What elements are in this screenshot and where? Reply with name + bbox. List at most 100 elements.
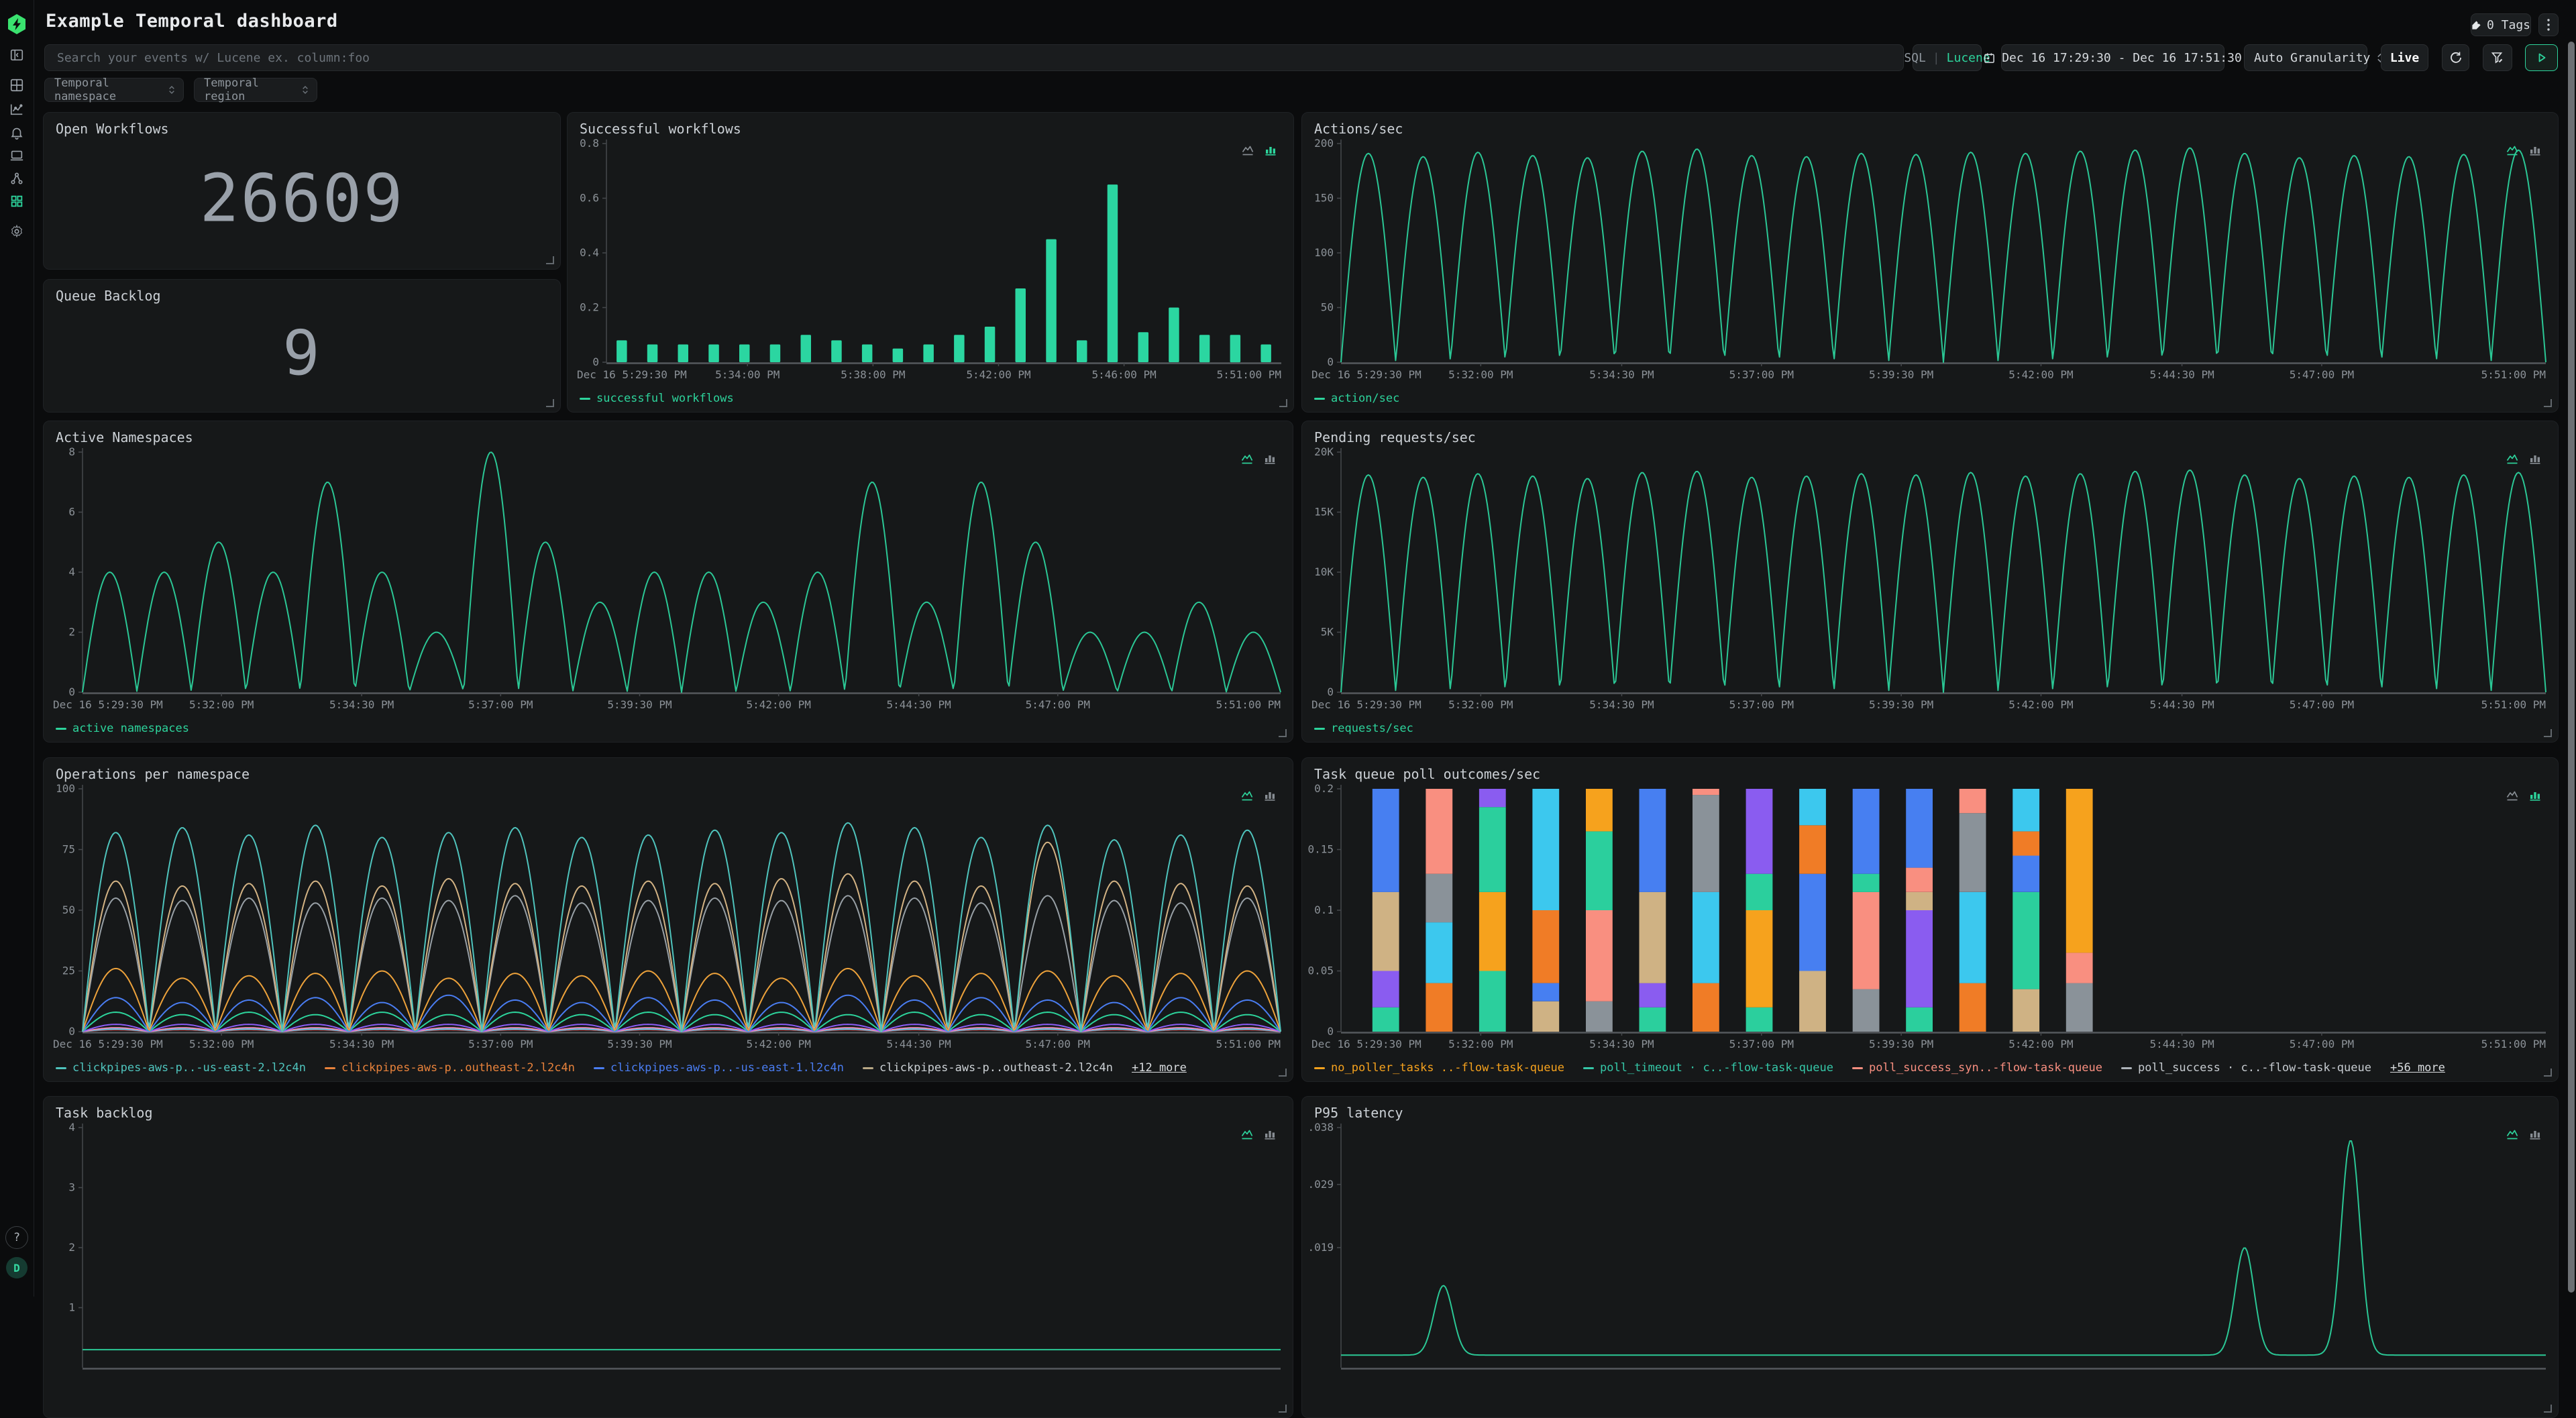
bar[interactable] [647,345,658,363]
resize-handle[interactable] [2544,1069,2552,1077]
resize-handle[interactable] [1279,399,1287,407]
bar-segment[interactable] [1532,983,1559,1001]
granularity-select[interactable]: Auto Granularity [2244,44,2367,71]
resize-handle[interactable] [1279,1069,1287,1077]
bar[interactable] [893,349,904,362]
resize-handle[interactable] [2544,729,2552,737]
bar[interactable] [1108,184,1118,362]
line-chart-toggle-icon[interactable] [1241,144,1254,157]
bar-segment[interactable] [2012,892,2039,989]
line-chart-toggle-icon[interactable] [1240,1128,1254,1141]
bar[interactable] [739,345,750,363]
bar-segment[interactable] [1746,874,1773,910]
scrollbar-thumb[interactable] [2568,42,2575,1293]
app-logo-icon[interactable] [5,13,28,36]
legend-item[interactable]: clickpipes-aws-p..outheast-2.l2c4n [325,1061,575,1075]
legend-item[interactable]: action/sec [1314,392,1399,405]
legend-more-link[interactable]: +56 more [2390,1061,2445,1075]
datasets-icon[interactable] [9,77,25,93]
dashboards-icon[interactable] [9,193,25,209]
query-mode-toggle[interactable]: SQL | Lucene [1913,44,1982,71]
bar-segment[interactable] [1906,868,1933,892]
bar-segment[interactable] [1373,892,1399,971]
bar[interactable] [1260,345,1271,363]
tags-button[interactable]: 0 Tags [2471,13,2531,36]
monitors-icon[interactable] [9,148,25,164]
bar[interactable] [1169,308,1179,363]
series-line[interactable] [83,895,1281,1032]
bar[interactable] [1046,239,1057,362]
bar-chart-toggle-icon[interactable] [1264,144,1277,157]
bar-segment[interactable] [1640,892,1666,983]
bar-segment[interactable] [1479,892,1506,971]
bar[interactable] [678,345,689,363]
legend-item[interactable]: poll_success · c..-flow-task-queue [2121,1061,2371,1075]
legend-item[interactable]: no_poller_tasks ..-flow-task-queue [1314,1061,1564,1075]
filter-temporal-namespace[interactable]: Temporal namespace [44,78,184,102]
bar-chart-toggle-icon[interactable] [1263,452,1277,466]
bar[interactable] [1016,288,1026,362]
bar-segment[interactable] [1906,892,1933,910]
line-chart-toggle-icon[interactable] [2506,452,2519,466]
bar-chart-toggle-icon[interactable] [1263,789,1277,802]
bar-segment[interactable] [1853,892,1880,989]
resize-handle[interactable] [546,399,554,407]
bar-segment[interactable] [1693,789,1719,795]
series-line[interactable] [1341,1141,2546,1355]
alerts-bell-icon[interactable] [9,125,25,141]
filter-button[interactable] [2483,44,2512,71]
bar[interactable] [954,335,965,362]
bar-segment[interactable] [1906,910,1933,1007]
resize-handle[interactable] [2544,399,2552,407]
resize-handle[interactable] [1279,729,1287,737]
bar-segment[interactable] [1746,1007,1773,1032]
bar[interactable] [1230,335,1241,362]
bar-segment[interactable] [1960,789,1986,813]
bar-segment[interactable] [1960,892,1986,983]
bar-segment[interactable] [2012,789,2039,831]
series-line[interactable] [83,452,1281,692]
bar-segment[interactable] [1586,1001,1613,1032]
legend-item[interactable]: clickpipes-aws-p..-us-east-2.l2c4n [56,1061,306,1075]
bar-segment[interactable] [1479,971,1506,1032]
bar-segment[interactable] [1799,874,1826,971]
bar-segment[interactable] [1693,983,1719,1032]
series-line[interactable] [1341,470,2546,692]
bar-chart-toggle-icon[interactable] [2528,452,2542,466]
settings-gear-icon[interactable] [9,223,25,239]
bar-segment[interactable] [1426,789,1452,874]
search-input[interactable] [45,45,1903,70]
bar[interactable] [770,345,781,363]
bar-segment[interactable] [1640,789,1666,892]
bar-segment[interactable] [1960,813,1986,892]
bar-segment[interactable] [1373,971,1399,1007]
bar[interactable] [1077,340,1087,362]
date-range-button[interactable]: Dec 16 17:29:30 - Dec 16 17:51:30 [2001,44,2224,71]
bar-segment[interactable] [1373,1007,1399,1032]
bar-chart-toggle-icon[interactable] [2528,144,2542,157]
more-menu-button[interactable] [2538,13,2559,36]
legend-item[interactable]: poll_timeout · c..-flow-task-queue [1583,1061,1833,1075]
bar-segment[interactable] [1586,831,1613,910]
bar[interactable] [708,345,719,363]
bar-segment[interactable] [1532,1001,1559,1032]
bar-segment[interactable] [2066,789,2093,952]
bar-chart-toggle-icon[interactable] [2528,1128,2542,1141]
line-chart-toggle-icon[interactable] [1240,789,1254,802]
bar-segment[interactable] [2012,856,2039,892]
collapse-sidebar-icon[interactable] [9,47,25,63]
bar-segment[interactable] [1746,910,1773,1007]
bar-segment[interactable] [1906,789,1933,868]
legend-item[interactable]: poll_success_syn..-flow-task-queue [1852,1061,2102,1075]
bar[interactable] [923,345,934,363]
line-chart-toggle-icon[interactable] [1240,452,1254,466]
bar-segment[interactable] [1479,807,1506,892]
flows-icon[interactable] [9,170,25,186]
legend-more-link[interactable]: +12 more [1132,1061,1187,1075]
bar-segment[interactable] [1586,789,1613,831]
bar-segment[interactable] [1532,789,1559,910]
bar[interactable] [1138,332,1149,362]
user-avatar[interactable]: D [6,1257,28,1278]
bar[interactable] [831,340,842,362]
resize-handle[interactable] [2544,1405,2552,1413]
